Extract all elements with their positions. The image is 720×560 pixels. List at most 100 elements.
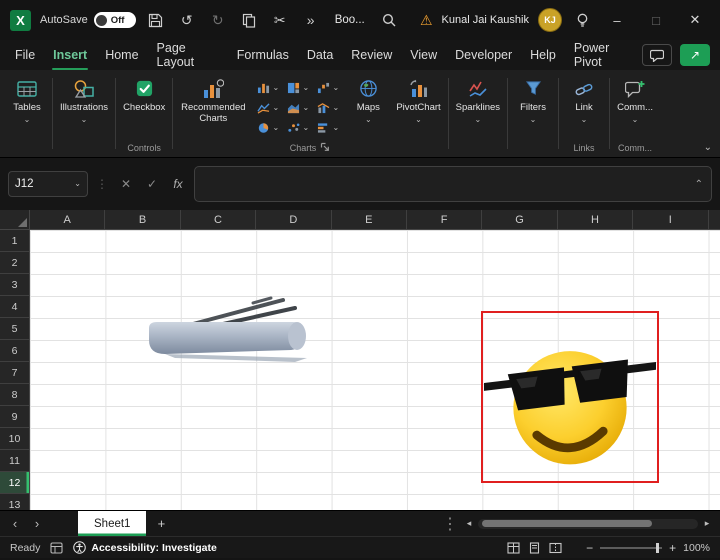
cancel-entry-button[interactable]: ✕ — [116, 177, 136, 191]
sparklines-button[interactable]: Sparklines ⌄ — [451, 73, 505, 124]
row-header-8[interactable]: 8 — [0, 384, 29, 406]
menu-tab-data[interactable]: Data — [298, 40, 342, 70]
tabbar-divider-icon[interactable]: ⋮ — [442, 514, 458, 534]
new-comment-button[interactable]: Comm... ⌄ — [612, 73, 658, 124]
sheet-nav-left-icon[interactable]: ‹ — [6, 516, 24, 531]
excel-app-icon[interactable]: X — [10, 10, 31, 31]
sheet-nav-right-icon[interactable]: › — [28, 516, 46, 531]
column-header-D[interactable]: D — [256, 210, 331, 229]
enter-entry-button[interactable]: ✓ — [142, 177, 162, 191]
3d-model-object[interactable] — [135, 292, 318, 370]
row-header-4[interactable]: 4 — [0, 296, 29, 318]
scroll-right-icon[interactable]: ▸ — [700, 518, 714, 529]
scroll-left-icon[interactable]: ◂ — [462, 518, 476, 529]
menu-tab-review[interactable]: Review — [342, 40, 401, 70]
column-header-E[interactable]: E — [332, 210, 407, 229]
maps-button[interactable]: Maps ⌄ — [345, 73, 391, 124]
menu-tab-formulas[interactable]: Formulas — [228, 40, 298, 70]
row-header-13[interactable]: 13 — [0, 494, 29, 510]
column-header-B[interactable]: B — [105, 210, 180, 229]
select-all-corner[interactable] — [0, 210, 30, 230]
illustrations-button[interactable]: Illustrations ⌄ — [55, 73, 113, 124]
column-header-F[interactable]: F — [407, 210, 482, 229]
row-header-7[interactable]: 7 — [0, 362, 29, 384]
hierarchy-chart-button[interactable]: ⌄ — [283, 78, 313, 98]
close-button[interactable]: ✕ — [680, 6, 710, 34]
minimize-button[interactable]: – — [602, 6, 632, 34]
comments-button[interactable] — [642, 44, 672, 66]
lightbulb-icon[interactable] — [571, 9, 593, 31]
column-header-G[interactable]: G — [482, 210, 557, 229]
menu-tab-file[interactable]: File — [6, 40, 44, 70]
name-box[interactable]: J12 ⌄ — [8, 171, 88, 197]
search-icon[interactable] — [378, 9, 400, 31]
column-chart-button[interactable]: ⌄ — [253, 78, 283, 98]
zoom-out-button[interactable]: − — [586, 541, 593, 555]
document-title[interactable]: Boo... — [335, 14, 365, 26]
pivotchart-button[interactable]: PivotChart ⌄ — [391, 73, 445, 124]
page-break-preview-icon[interactable] — [549, 542, 562, 554]
autosave-control[interactable]: AutoSave Off — [40, 12, 136, 28]
add-sheet-button[interactable]: + — [150, 516, 172, 531]
share-button[interactable]: ↗ — [680, 44, 710, 66]
quick-access-overflow-icon[interactable]: » — [300, 9, 322, 31]
row-header-11[interactable]: 11 — [0, 450, 29, 472]
save-icon[interactable] — [145, 9, 167, 31]
hscroll-track[interactable] — [478, 519, 698, 529]
menu-tab-help[interactable]: Help — [521, 40, 565, 70]
macro-record-icon[interactable] — [50, 542, 63, 554]
waterfall-chart-button[interactable]: ⌄ — [313, 78, 343, 98]
page-layout-view-icon[interactable] — [528, 542, 541, 554]
link-button[interactable]: Link ⌄ — [561, 73, 607, 124]
column-header-C[interactable]: C — [181, 210, 256, 229]
menu-tab-page-layout[interactable]: Page Layout — [148, 40, 228, 70]
recommended-charts-button[interactable]: Recommended Charts — [175, 73, 251, 125]
line-chart-button[interactable]: ⌄ — [253, 98, 283, 118]
menu-tab-developer[interactable]: Developer — [446, 40, 521, 70]
column-header-I[interactable]: I — [633, 210, 708, 229]
copy-icon[interactable] — [238, 9, 260, 31]
menu-tab-home[interactable]: Home — [96, 40, 147, 70]
cut-icon[interactable]: ✂ — [269, 9, 291, 31]
zoom-slider[interactable] — [600, 547, 662, 549]
normal-view-icon[interactable] — [507, 542, 520, 554]
row-header-12[interactable]: 12 — [0, 472, 29, 494]
collapse-ribbon-chevron[interactable]: ⌄ — [704, 142, 712, 153]
sheet-tab-sheet1[interactable]: Sheet1 — [78, 511, 146, 536]
menu-tab-insert[interactable]: Insert — [44, 40, 96, 70]
cells-area[interactable] — [30, 230, 720, 510]
autosave-toggle[interactable]: Off — [94, 12, 136, 28]
tables-button[interactable]: Tables ⌄ — [4, 73, 50, 124]
row-header-9[interactable]: 9 — [0, 406, 29, 428]
selected-image-smiley-sunglasses[interactable] — [481, 311, 659, 483]
row-header-5[interactable]: 5 — [0, 318, 29, 340]
column-header-A[interactable]: A — [30, 210, 105, 229]
checkbox-button[interactable]: Checkbox — [118, 73, 170, 114]
zoom-slider-thumb[interactable] — [656, 543, 659, 553]
row-header-6[interactable]: 6 — [0, 340, 29, 362]
area-chart-button[interactable]: ⌄ — [283, 98, 313, 118]
filters-button[interactable]: Filters ⌄ — [510, 73, 556, 124]
scatter-chart-button[interactable]: ⌄ — [283, 118, 313, 138]
redo-icon[interactable]: ↻ — [207, 9, 229, 31]
zoom-in-button[interactable]: + — [669, 541, 676, 555]
column-header-H[interactable]: H — [558, 210, 633, 229]
formula-input[interactable]: ⌃ — [194, 166, 712, 202]
restore-button[interactable]: □ — [641, 6, 671, 34]
menu-tab-power-pivot[interactable]: Power Pivot — [565, 40, 642, 70]
user-avatar[interactable]: KJ — [538, 8, 562, 32]
row-header-3[interactable]: 3 — [0, 274, 29, 296]
row-header-2[interactable]: 2 — [0, 252, 29, 274]
bar-chart-button[interactable]: ⌄ — [313, 118, 343, 138]
hscroll-thumb[interactable] — [482, 520, 652, 527]
alert-warning-icon[interactable]: ⚠ — [420, 12, 433, 29]
row-header-10[interactable]: 10 — [0, 428, 29, 450]
zoom-level[interactable]: 100% — [683, 542, 710, 554]
pie-chart-button[interactable]: ⌄ — [253, 118, 283, 138]
expand-formula-bar-chevron[interactable]: ⌃ — [695, 179, 703, 190]
menu-tab-view[interactable]: View — [401, 40, 446, 70]
undo-icon[interactable]: ↺ — [176, 9, 198, 31]
accessibility-status[interactable]: Accessibility: Investigate — [73, 541, 216, 554]
horizontal-scrollbar[interactable]: ◂ ▸ — [462, 518, 714, 529]
combo-chart-button[interactable]: ⌄ — [313, 98, 343, 118]
